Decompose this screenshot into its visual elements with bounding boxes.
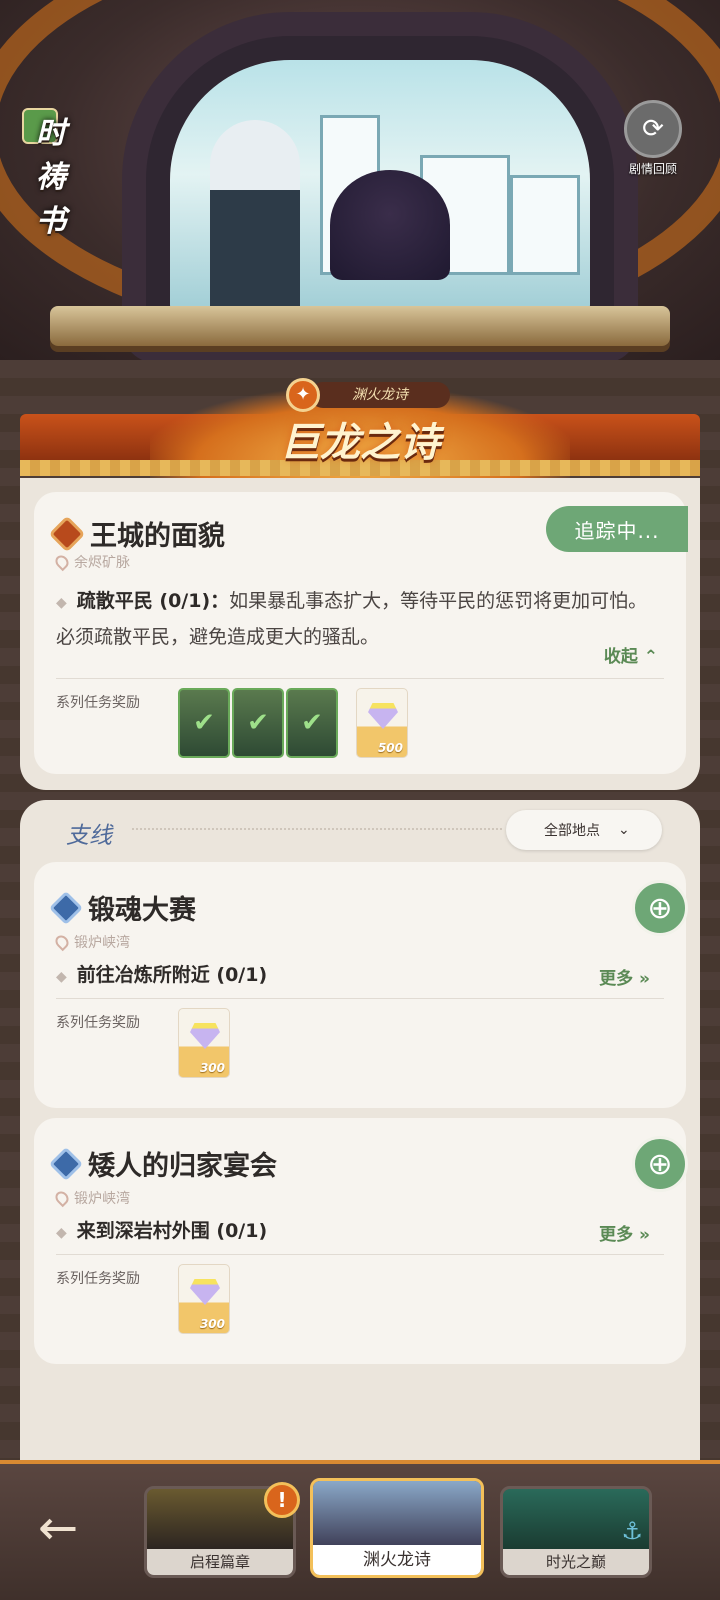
chevron-up-icon: ⌃ xyxy=(643,647,658,667)
check-icon: ✔ xyxy=(301,708,323,738)
location-text: 锻炉峡湾 xyxy=(74,1191,130,1207)
chapter-label: 启程篇章 xyxy=(147,1549,293,1575)
divider xyxy=(56,998,664,999)
open-book xyxy=(50,306,670,346)
logo-text: 时祷书 xyxy=(36,116,66,239)
gem-reward-card[interactable]: 300 xyxy=(178,1008,230,1078)
quest-step: ◆ 来到深岩村外围 (0/1) xyxy=(56,1216,267,1243)
app-logo: 时祷书 xyxy=(22,104,66,239)
quest-title: 王城的面貌 xyxy=(90,521,225,552)
chapter-label: 渊火龙诗 xyxy=(313,1545,481,1575)
replay-icon: ⟳ xyxy=(624,100,682,158)
castle-tower xyxy=(510,175,580,275)
quest-location: 锻炉峡湾 xyxy=(52,1188,130,1208)
location-text: 余烬矿脉 xyxy=(74,555,130,571)
track-quest-button[interactable]: ⊕ xyxy=(632,880,688,936)
gem-icon xyxy=(368,703,398,729)
reward-label: 系列任务奖励 xyxy=(56,1271,140,1287)
back-arrow-icon[interactable]: ← xyxy=(38,1500,78,1556)
reward-label: 系列任务奖励 xyxy=(56,695,140,711)
side-quest-icon xyxy=(49,1146,83,1181)
divider xyxy=(56,678,664,679)
anchor-icon: ⚓ xyxy=(621,1517,643,1545)
side-quest-card[interactable]: 锻魂大赛 锻炉峡湾 ⊕ ◆ 前往冶炼所附近 (0/1) 更多 » 系列任务奖励 3… xyxy=(34,862,688,1108)
gem-count: 300 xyxy=(199,1317,225,1331)
step-text: 来到深岩村外围 (0/1) xyxy=(76,1220,268,1242)
gem-count: 500 xyxy=(377,741,403,755)
divider xyxy=(56,1254,664,1255)
side-quest-card[interactable]: 矮人的归家宴会 锻炉峡湾 ⊕ ◆ 来到深岩村外围 (0/1) 更多 » 系列任务奖… xyxy=(34,1118,688,1364)
quest-step: ◆ 前往冶炼所附近 (0/1) xyxy=(56,960,267,987)
location-pin-icon xyxy=(52,1188,72,1208)
check-icon: ✔ xyxy=(247,708,269,738)
more-label: 更多 xyxy=(599,1225,634,1245)
filter-label: 全部地点 xyxy=(544,823,600,839)
story-replay-button[interactable]: ⟳ 剧情回顾 xyxy=(620,100,686,176)
gem-icon xyxy=(190,1279,220,1305)
gem-reward-card[interactable]: 500 xyxy=(356,688,408,758)
character-reward-card[interactable]: ✔ xyxy=(232,688,284,758)
chapter-tab-time-peak[interactable]: ⚓ 时光之巅 xyxy=(500,1486,652,1578)
main-quest-icon xyxy=(48,515,86,552)
quest-title: 矮人的归家宴会 xyxy=(88,1151,277,1182)
chapter-label: 时光之巅 xyxy=(503,1549,649,1575)
bullet-icon: ◆ xyxy=(56,969,67,985)
check-icon: ✔ xyxy=(193,708,215,738)
flame-emblem-icon: ✦ xyxy=(286,378,320,412)
story-scene xyxy=(170,60,590,315)
more-button[interactable]: 更多 » xyxy=(599,1220,650,1245)
dark-tree xyxy=(330,170,450,280)
side-quest-panel: 支线 全部地点 ⌄ 锻魂大赛 锻炉峡湾 ⊕ ◆ 前往冶炼所附近 (0/1) 更多 … xyxy=(20,800,700,1460)
dotted-divider xyxy=(132,828,502,830)
target-icon: ⊕ xyxy=(647,890,673,926)
track-quest-button[interactable]: ⊕ xyxy=(632,1136,688,1192)
gem-icon xyxy=(190,1023,220,1049)
tracking-button[interactable]: 追踪中... xyxy=(546,506,688,552)
gem-count: 300 xyxy=(199,1061,225,1075)
bullet-icon: ◆ xyxy=(56,595,67,611)
quest-location: 余烬矿脉 xyxy=(52,552,130,572)
chevron-down-icon: » xyxy=(639,1225,650,1245)
chapter-thumbnail xyxy=(313,1481,481,1551)
chapter-tab-dragon-poem[interactable]: 渊火龙诗 xyxy=(310,1478,484,1578)
side-quest-header: 支线 xyxy=(66,823,112,849)
location-text: 锻炉峡湾 xyxy=(74,935,130,951)
chapter-banner: 渊火龙诗 ✦ 巨龙之诗 xyxy=(20,378,700,480)
quest-location: 锻炉峡湾 xyxy=(52,932,130,952)
character-reward-card[interactable]: ✔ xyxy=(178,688,230,758)
target-icon: ⊕ xyxy=(647,1146,673,1182)
main-quest-card[interactable]: 王城的面貌 余烬矿脉 追踪中... ◆ 疏散平民 (0/1)：如果暴乱事态扩大，等… xyxy=(34,492,688,774)
collapse-button[interactable]: 收起 ⌃ xyxy=(604,642,658,667)
location-pin-icon xyxy=(52,552,72,572)
quest-title-row: 王城的面貌 xyxy=(48,514,225,553)
location-pin-icon xyxy=(52,932,72,952)
chevron-down-icon: » xyxy=(639,969,650,989)
quest-objective: ◆ 疏散平民 (0/1)：如果暴乱事态扩大，等待平民的惩罚将更加可怕。必须疏散平民… xyxy=(56,584,664,654)
chapter-nav-bar: ← 启程篇章 ! 渊火龙诗 ⚓ 时光之巅 xyxy=(0,1460,720,1600)
step-text: 前往冶炼所附近 (0/1) xyxy=(76,964,268,986)
main-quest-panel: 王城的面貌 余烬矿脉 追踪中... ◆ 疏散平民 (0/1)：如果暴乱事态扩大，等… xyxy=(20,478,700,790)
banner-title: 巨龙之诗 xyxy=(280,419,440,466)
character-reward-card[interactable]: ✔ xyxy=(286,688,338,758)
quest-title-row: 锻魂大赛 xyxy=(49,888,196,927)
quest-title: 锻魂大赛 xyxy=(88,895,196,926)
side-quest-icon xyxy=(49,890,83,925)
alert-icon: ! xyxy=(264,1482,300,1518)
chevron-down-icon: ⌄ xyxy=(618,822,630,838)
objective-name: 疏散平民 (0/1)： xyxy=(76,590,230,612)
quest-title-row: 矮人的归家宴会 xyxy=(49,1144,277,1183)
more-label: 更多 xyxy=(599,969,634,989)
location-filter-dropdown[interactable]: 全部地点 ⌄ xyxy=(506,810,662,850)
collapse-label: 收起 xyxy=(603,647,638,667)
banner-subtitle: 渊火龙诗 xyxy=(310,382,450,408)
gem-reward-card[interactable]: 300 xyxy=(178,1264,230,1334)
bullet-icon: ◆ xyxy=(56,1225,67,1241)
white-haired-figure xyxy=(210,120,300,315)
reward-label: 系列任务奖励 xyxy=(56,1015,140,1031)
replay-label: 剧情回顾 xyxy=(628,162,677,176)
more-button[interactable]: 更多 » xyxy=(599,964,650,989)
hero-illustration xyxy=(0,0,720,360)
